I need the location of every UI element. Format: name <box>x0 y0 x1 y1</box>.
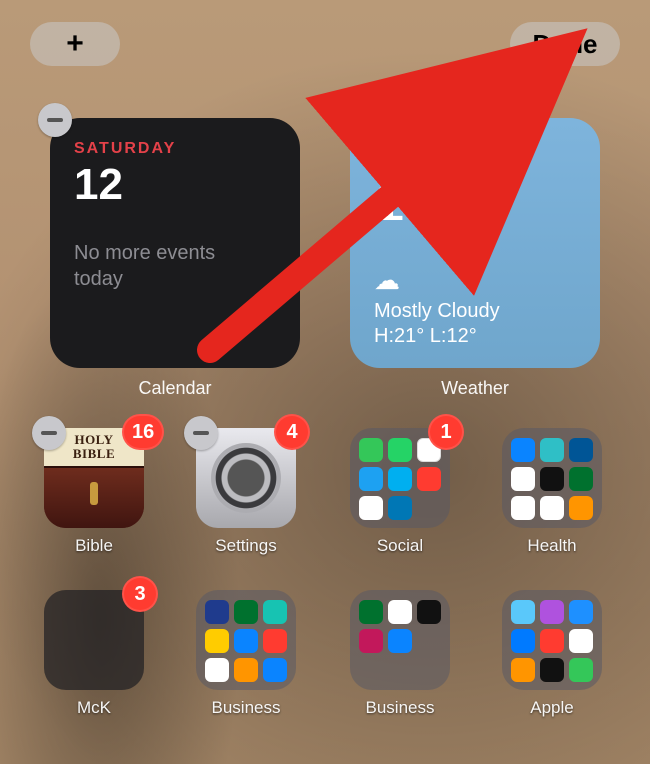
app-label: Business <box>350 698 450 718</box>
social-badge: 1 <box>428 414 464 450</box>
bible-badge: 16 <box>122 414 164 450</box>
folder-icon <box>502 590 602 690</box>
app-bible[interactable]: HOLYBIBLE 16 Bible <box>44 428 144 556</box>
calendar-widget[interactable]: SATURDAY 12 No more events today <box>50 118 300 368</box>
mck-badge: 3 <box>122 576 158 612</box>
app-label: Health <box>502 536 602 556</box>
folder-business-1[interactable]: Business <box>196 590 296 718</box>
weather-widget-label: Weather <box>350 378 600 399</box>
weather-widget[interactable]: Nairobi ➤ 18° ☁︎ Mostly Cloudy H:21° L:1… <box>350 118 600 368</box>
remove-weather-widget-button[interactable] <box>338 103 372 137</box>
minus-icon <box>41 431 57 435</box>
settings-badge: 4 <box>274 414 310 450</box>
app-label: Apple <box>502 698 602 718</box>
weather-temp: 18° <box>374 168 576 233</box>
folder-icon <box>350 590 450 690</box>
folder-apple[interactable]: Apple <box>502 590 602 718</box>
cloud-icon: ☁︎ <box>374 265 500 296</box>
calendar-message: No more events today <box>74 240 254 292</box>
folder-social[interactable]: 1 Social <box>350 428 450 556</box>
app-label: Bible <box>44 536 144 556</box>
done-button[interactable]: Done <box>510 22 620 66</box>
app-label: McK <box>44 698 144 718</box>
folder-icon <box>196 590 296 690</box>
home-screen-edit-mode: + Done SATURDAY 12 No more events today … <box>0 0 650 764</box>
plus-icon: + <box>66 27 84 61</box>
folder-health[interactable]: Health <box>502 428 602 556</box>
remove-settings-button[interactable] <box>184 416 218 450</box>
location-icon: ➤ <box>445 140 470 166</box>
folder-mck[interactable]: 3 McK <box>44 590 144 718</box>
calendar-day-name: SATURDAY <box>74 140 276 158</box>
weather-condition: Mostly Cloudy <box>374 300 500 323</box>
remove-bible-button[interactable] <box>32 416 66 450</box>
weather-high-low: H:21° L:12° <box>374 325 500 348</box>
calendar-widget-label: Calendar <box>50 378 300 399</box>
app-label: Settings <box>196 536 296 556</box>
app-settings[interactable]: 4 Settings <box>196 428 296 556</box>
minus-icon <box>193 431 209 435</box>
done-label: Done <box>533 29 598 60</box>
folder-business-2[interactable]: Business <box>350 590 450 718</box>
add-widget-button[interactable]: + <box>30 22 120 66</box>
weather-city: Nairobi ➤ <box>374 140 576 166</box>
remove-calendar-widget-button[interactable] <box>38 103 72 137</box>
minus-icon <box>347 118 363 122</box>
minus-icon <box>47 118 63 122</box>
calendar-date: 12 <box>74 160 276 210</box>
folder-icon <box>502 428 602 528</box>
app-label: Business <box>196 698 296 718</box>
app-label: Social <box>350 536 450 556</box>
